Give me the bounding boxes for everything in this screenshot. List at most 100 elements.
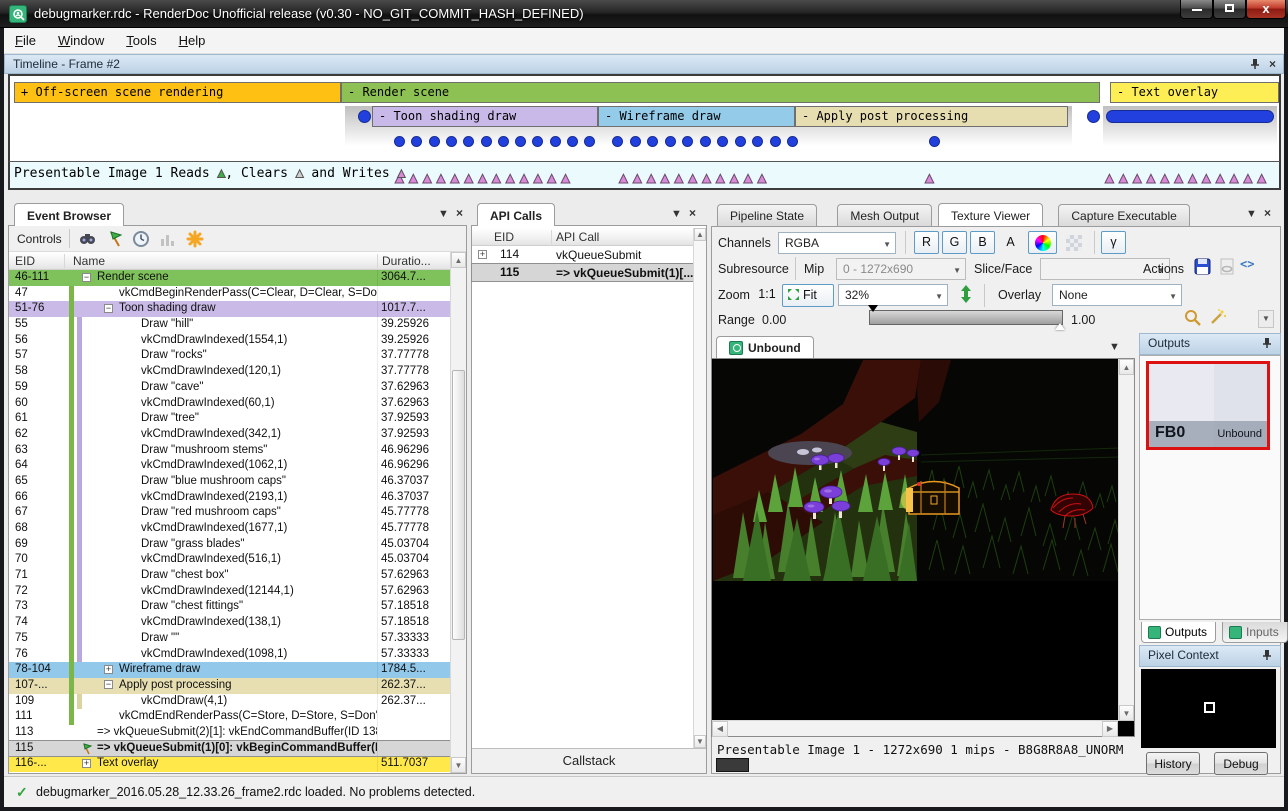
tab-unbound-texture[interactable]: Unbound — [716, 336, 814, 358]
api-calls-list[interactable]: 114+vkQueueSubmit115=> vkQueueSubmit(1)[… — [472, 246, 693, 741]
event-browser-column-header[interactable]: EID Name Duratio... — [9, 252, 450, 270]
range-slider[interactable] — [869, 310, 1063, 325]
api-call-row-115[interactable]: 115=> vkQueueSubmit(1)[... — [472, 264, 693, 282]
panel-menu-icon[interactable]: ▼ — [438, 208, 449, 220]
histogram-wand-icon[interactable] — [1208, 308, 1228, 328]
close-button[interactable]: x — [1246, 0, 1286, 19]
event-row-67[interactable]: 67Draw "red mushroom caps"45.77778 — [9, 505, 450, 521]
tab-api-calls[interactable]: API Calls — [477, 203, 555, 226]
channel-green-button[interactable]: G — [942, 231, 967, 254]
event-row-63[interactable]: 63Draw "mushroom stems"46.96296 — [9, 443, 450, 459]
event-row-69[interactable]: 69Draw "grass blades"45.03704 — [9, 537, 450, 553]
title-bar[interactable]: debugmarker.rdc - RenderDoc Unofficial r… — [0, 0, 1288, 28]
api-calls-column-header[interactable]: EID API Call — [472, 228, 693, 246]
expand-icon[interactable]: + — [478, 250, 487, 259]
scroll-down-icon[interactable]: ▼ — [694, 735, 706, 748]
viewer-hscrollbar[interactable]: ◀ ▶ — [712, 720, 1118, 736]
toolbar-overflow-button[interactable]: ▼ — [1258, 310, 1274, 328]
panel-menu-icon[interactable]: ▼ — [671, 208, 682, 220]
range-max-value[interactable]: 1.00 — [1071, 313, 1095, 327]
pin-icon[interactable] — [1262, 649, 1272, 663]
range-min-value[interactable]: 0.00 — [762, 313, 786, 327]
menu-tools[interactable]: Tools — [115, 28, 167, 54]
gamma-button[interactable]: γ — [1101, 231, 1126, 254]
event-row-46-111[interactable]: 46-111−Render scene3064.7... — [9, 270, 450, 286]
range-black-handle[interactable] — [868, 305, 878, 317]
panel-close-icon[interactable]: × — [689, 206, 696, 220]
collapse-icon[interactable]: − — [104, 680, 113, 689]
debug-button[interactable]: Debug — [1214, 752, 1268, 775]
flip-y-icon[interactable] — [958, 284, 978, 304]
event-row-58[interactable]: 58vkCmdDrawIndexed(120,1)37.77778 — [9, 364, 450, 380]
tab-texture-viewer[interactable]: Texture Viewer — [938, 203, 1043, 226]
tab-inputs[interactable]: Inputs — [1222, 622, 1288, 643]
event-row-56[interactable]: 56vkCmdDrawIndexed(1554,1)39.25926 — [9, 333, 450, 349]
tab-pipeline-state[interactable]: Pipeline State — [717, 204, 817, 226]
tab-capture-executable[interactable]: Capture Executable — [1058, 204, 1189, 226]
menu-window[interactable]: Window — [47, 28, 115, 54]
mip-select[interactable]: 0 - 1272x690▼ — [836, 258, 966, 280]
callstack-bar[interactable]: Callstack — [472, 748, 706, 773]
event-row-115[interactable]: 115=> vkQueueSubmit(1)[0]: vkBeginComman… — [9, 741, 450, 757]
fb0-thumbnail[interactable]: FB0 Unbound — [1146, 361, 1270, 450]
pixel-context-canvas[interactable] — [1141, 669, 1276, 748]
maximize-button[interactable] — [1213, 0, 1246, 19]
tab-mesh-output[interactable]: Mesh Output — [837, 204, 932, 226]
history-button[interactable]: History — [1146, 752, 1200, 775]
checkerboard-button[interactable] — [1060, 231, 1087, 254]
event-row-55[interactable]: 55Draw "hill"39.25926 — [9, 317, 450, 333]
event-browser-list[interactable]: 46-111−Render scene3064.7...47vkCmdBegin… — [9, 270, 450, 773]
collapse-icon[interactable]: − — [82, 273, 91, 282]
api-calls-scrollbar[interactable]: ▲ ▼ — [693, 228, 706, 748]
close-icon[interactable]: × — [1269, 58, 1276, 70]
menu-file[interactable]: File — [4, 28, 47, 54]
event-row-116-...[interactable]: 116-...+Text overlay511.7037 — [9, 756, 450, 772]
event-row-51-76[interactable]: 51-76−Toon shading draw1017.7... — [9, 301, 450, 317]
autofit-magnifier-icon[interactable] — [1183, 308, 1203, 328]
event-row-74[interactable]: 74vkCmdDrawIndexed(138,1)57.18518 — [9, 615, 450, 631]
goto-resource-icon[interactable]: <> — [1240, 257, 1260, 277]
time-draws-icon[interactable] — [131, 229, 151, 249]
event-row-109[interactable]: 109vkCmdDraw(4,1)262.37... — [9, 694, 450, 710]
event-row-111[interactable]: 111vkCmdEndRenderPass(C=Store, D=Store, … — [9, 709, 450, 725]
event-row-72[interactable]: 72vkCmdDrawIndexed(12144,1)57.62963 — [9, 584, 450, 600]
event-row-66[interactable]: 66vkCmdDrawIndexed(2193,1)46.37037 — [9, 490, 450, 506]
event-row-113[interactable]: 113=> vkQueueSubmit(2)[1]: vkEndCommandB… — [9, 725, 450, 741]
event-row-73[interactable]: 73Draw "chest fittings"57.18518 — [9, 599, 450, 615]
viewer-vscrollbar[interactable]: ▲ ▼ — [1118, 359, 1134, 721]
scroll-right-icon[interactable]: ▶ — [1102, 721, 1118, 737]
zoom-1to1-button[interactable]: 1:1 — [754, 284, 780, 307]
texture-image[interactable] — [713, 360, 1120, 581]
minimize-button[interactable] — [1180, 0, 1213, 19]
event-row-76[interactable]: 76vkCmdDrawIndexed(1098,1)57.33333 — [9, 647, 450, 663]
channels-select[interactable]: RGBA▼ — [778, 232, 896, 254]
timeline-panel[interactable] — [8, 74, 1281, 162]
event-row-78-104[interactable]: 78-104+Wireframe draw1784.5... — [9, 662, 450, 678]
overlay-select[interactable]: None▼ — [1052, 284, 1182, 306]
stats-icon[interactable] — [157, 229, 177, 249]
channel-red-button[interactable]: R — [914, 231, 939, 254]
api-call-row-114[interactable]: 114+vkQueueSubmit — [472, 246, 693, 264]
pin-icon[interactable] — [1250, 58, 1260, 72]
save-texture-icon[interactable] — [1193, 257, 1213, 277]
event-row-62[interactable]: 62vkCmdDrawIndexed(342,1)37.92593 — [9, 427, 450, 443]
texture-list-dropdown-icon[interactable]: ▼ — [1109, 341, 1120, 353]
channel-alpha-button[interactable]: A — [998, 231, 1023, 254]
event-row-57[interactable]: 57Draw "rocks"37.77778 — [9, 348, 450, 364]
pin-icon[interactable] — [1262, 337, 1272, 351]
expand-icon[interactable]: + — [104, 665, 113, 674]
panel-menu-icon[interactable]: ▼ — [1246, 208, 1257, 220]
zoom-fit-button[interactable]: Fit — [782, 284, 834, 307]
scroll-up-icon[interactable]: ▲ — [694, 228, 706, 241]
scroll-up-icon[interactable]: ▲ — [451, 252, 466, 268]
event-row-59[interactable]: 59Draw "cave"37.62963 — [9, 380, 450, 396]
collapse-icon[interactable]: − — [104, 304, 113, 313]
colorwheel-button[interactable] — [1028, 231, 1057, 254]
event-row-65[interactable]: 65Draw "blue mushroom caps"46.37037 — [9, 474, 450, 490]
texture-viewer-canvas[interactable]: ▲ ▼ ◀ ▶ — [711, 358, 1135, 737]
event-row-47[interactable]: 47vkCmdBeginRenderPass(C=Clear, D=Clear,… — [9, 286, 450, 302]
event-row-68[interactable]: 68vkCmdDrawIndexed(1677,1)45.77778 — [9, 521, 450, 537]
scroll-down-icon[interactable]: ▼ — [451, 757, 466, 773]
panel-close-icon[interactable]: × — [456, 206, 463, 220]
tab-outputs[interactable]: Outputs — [1141, 622, 1216, 643]
